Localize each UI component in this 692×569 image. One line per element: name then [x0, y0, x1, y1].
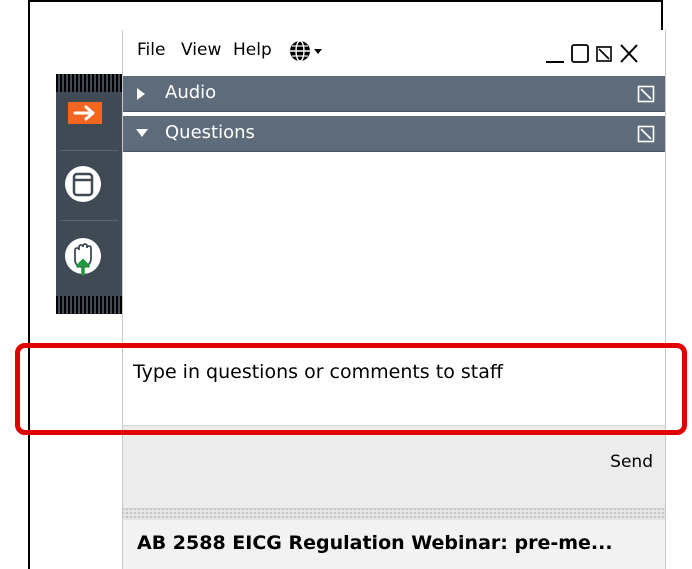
arrow-right-icon [68, 102, 102, 124]
section-questions-label: Questions [165, 122, 255, 143]
section-audio-label: Audio [165, 82, 217, 103]
close-icon [620, 44, 638, 63]
restore-icon [571, 44, 589, 63]
gotowebinar-panel: File View Help Audio Questions Type in q… [122, 30, 666, 569]
section-audio[interactable]: Audio [123, 76, 665, 112]
menu-file[interactable]: File [137, 40, 165, 60]
close-button[interactable] [617, 40, 643, 66]
send-button[interactable]: Send [610, 452, 653, 472]
language-menu[interactable] [289, 38, 329, 64]
resize-grip[interactable] [123, 508, 665, 520]
expand-triangle-icon [137, 88, 145, 100]
popout-icon[interactable] [637, 85, 655, 103]
toolbar-separator [60, 150, 118, 151]
toolbar-grip-bottom[interactable] [56, 296, 122, 314]
popout-icon [596, 46, 612, 62]
toolbar-separator [60, 220, 118, 221]
popout-icon[interactable] [637, 125, 655, 143]
minimize-button[interactable] [543, 40, 569, 66]
raise-hand-icon [65, 238, 101, 276]
collapse-panel-button[interactable] [56, 96, 122, 134]
send-area: Send [123, 426, 665, 508]
menubar: File View Help [123, 30, 665, 76]
minimize-icon [546, 61, 564, 63]
window-icon [65, 166, 101, 202]
popout-button[interactable] [593, 40, 619, 66]
control-toolbar [56, 74, 122, 314]
webinar-title-bar: AB 2588 EICG Regulation Webinar: pre-me.… [123, 520, 665, 569]
collapse-triangle-icon [136, 129, 148, 137]
globe-icon [290, 40, 322, 62]
menu-view[interactable]: View [181, 40, 221, 60]
question-input-placeholder: Type in questions or comments to staff [133, 361, 503, 383]
toolbar-grip-top[interactable] [56, 74, 122, 92]
questions-log [123, 154, 665, 346]
question-input[interactable]: Type in questions or comments to staff [123, 346, 665, 426]
menu-help[interactable]: Help [233, 40, 272, 60]
raise-hand-button[interactable] [56, 228, 122, 288]
webinar-title: AB 2588 EICG Regulation Webinar: pre-me.… [137, 532, 613, 554]
show-window-button[interactable] [56, 158, 122, 212]
restore-button[interactable] [569, 40, 595, 66]
section-questions[interactable]: Questions [123, 116, 665, 152]
